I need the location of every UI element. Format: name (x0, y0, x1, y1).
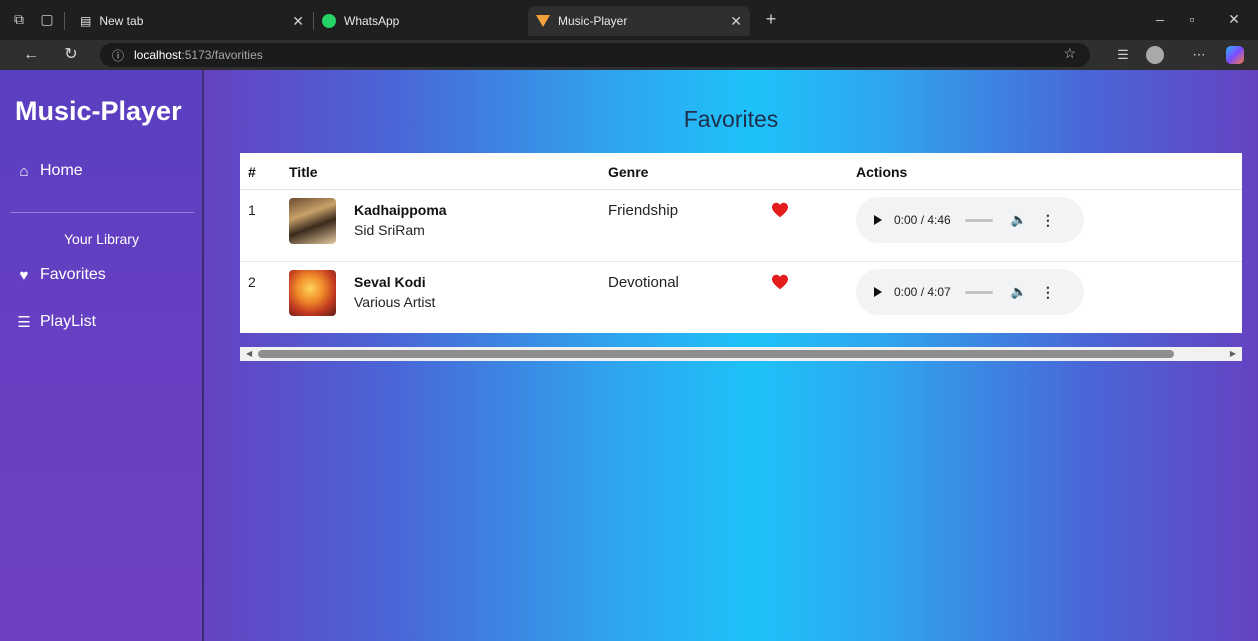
profile-avatar[interactable] (1146, 46, 1164, 64)
sidebar-item-label: PlayList (40, 313, 97, 330)
workspaces-icon[interactable]: ⧉ (8, 8, 30, 30)
tab-separator (64, 12, 65, 30)
more-options-icon[interactable]: ⋮ (1041, 212, 1055, 229)
progress-slider[interactable] (964, 290, 993, 294)
playback-time: 0:00 / 4:46 (894, 213, 951, 227)
minimize-icon[interactable]: – (1148, 8, 1172, 30)
album-cover (289, 198, 336, 244)
sidebar-divider (10, 212, 194, 213)
favorites-bar-icon[interactable]: ☰ (1112, 44, 1134, 66)
favorites-table: # Title Genre Actions 1 Kadhaippoma Sid … (240, 153, 1242, 333)
table-row: 2 Seval Kodi Various Artist Devotional 0… (240, 262, 1242, 334)
close-icon[interactable]: ✕ (292, 13, 304, 30)
song-artist: Sid SriRam (354, 222, 425, 238)
column-header-title: Title (289, 164, 318, 180)
playback-time: 0:00 / 4:07 (894, 285, 951, 299)
url-path: :5173/favorities (181, 48, 263, 62)
main-content: Favorites # Title Genre Actions 1 Kadhai… (204, 70, 1258, 641)
tab-new-tab[interactable]: ▤ New tab ✕ (72, 6, 312, 36)
volume-icon[interactable]: 🔈 (1011, 284, 1027, 300)
home-icon: ⌂ (19, 162, 29, 180)
more-options-icon[interactable]: ⋮ (1041, 284, 1055, 301)
song-genre: Friendship (608, 202, 679, 219)
sidebar-item-home[interactable]: ⌂ Home (14, 162, 83, 180)
song-genre: Devotional (608, 274, 679, 291)
volume-icon[interactable]: 🔈 (1011, 212, 1027, 228)
close-icon[interactable]: ✕ (730, 13, 742, 30)
sidebar: Music-Player ⌂ Home Your Library ♥ Favor… (0, 70, 204, 641)
sidebar-item-favorites[interactable]: ♥ Favorites (14, 266, 106, 284)
sidebar-item-playlist[interactable]: ☰ PlayList (14, 313, 96, 331)
heart-icon[interactable] (771, 274, 789, 290)
more-options-icon[interactable]: ⋯ (1188, 44, 1210, 66)
info-icon: ⓘ (112, 48, 125, 63)
brand-title: Music-Player (15, 96, 182, 126)
tab-music-player[interactable]: Music-Player ✕ (528, 6, 750, 36)
progress-slider[interactable] (964, 218, 993, 222)
horizontal-scrollbar[interactable]: ◀ ▶ (240, 347, 1242, 361)
url-host: localhost (134, 48, 182, 62)
close-window-icon[interactable]: ✕ (1222, 8, 1246, 30)
play-icon[interactable] (874, 287, 882, 297)
list-icon: ☰ (17, 314, 31, 331)
song-title: Kadhaippoma (354, 202, 447, 218)
back-icon[interactable]: ← (20, 44, 42, 66)
browser-address-bar: ← ↻ ⓘ localhost :5173/favorities ☆ ☰ ⋯ (0, 40, 1258, 70)
restore-icon[interactable]: ▫ (1180, 8, 1204, 30)
sidebar-item-label: Home (40, 162, 83, 179)
favorite-star-icon[interactable]: ☆ (1063, 45, 1076, 62)
library-heading: Your Library (64, 231, 139, 247)
music-player-favicon-icon (536, 15, 550, 27)
scroll-left-icon[interactable]: ◀ (246, 349, 252, 358)
tab-label: WhatsApp (344, 14, 400, 28)
table-row: 1 Kadhaippoma Sid SriRam Friendship 0:00… (240, 190, 1242, 262)
table-header: # Title Genre Actions (240, 153, 1242, 190)
new-tab-icon: ▤ (80, 14, 92, 28)
heart-icon: ♥ (19, 266, 29, 284)
scrollbar-thumb[interactable] (258, 350, 1174, 358)
url-field[interactable]: ⓘ localhost :5173/favorities ☆ (100, 43, 1090, 67)
heart-icon[interactable] (771, 202, 789, 218)
copilot-icon[interactable] (1226, 46, 1244, 64)
new-tab-button[interactable]: + (760, 8, 782, 30)
tab-label: New tab (99, 14, 144, 28)
audio-player[interactable]: 0:00 / 4:07 🔈 ⋮ (856, 269, 1084, 315)
column-header-actions: Actions (856, 164, 908, 180)
page-title: Favorites (683, 106, 779, 132)
row-number: 1 (248, 202, 256, 218)
tab-actions-icon[interactable]: ▢ (36, 8, 58, 30)
browser-tab-bar: ⧉ ▢ ▤ New tab ✕ WhatsApp Music-Player ✕ … (0, 0, 1258, 40)
tab-whatsapp[interactable]: WhatsApp (314, 6, 532, 36)
sidebar-item-label: Favorites (40, 266, 106, 283)
row-number: 2 (248, 274, 256, 290)
scroll-right-icon[interactable]: ▶ (1230, 349, 1236, 358)
column-header-genre: Genre (608, 164, 649, 180)
refresh-icon[interactable]: ↻ (60, 44, 82, 66)
audio-player[interactable]: 0:00 / 4:46 🔈 ⋮ (856, 197, 1084, 243)
album-cover (289, 270, 336, 316)
song-artist: Various Artist (354, 294, 436, 310)
music-player-app: Music-Player ⌂ Home Your Library ♥ Favor… (0, 70, 1258, 641)
tab-label: Music-Player (558, 14, 628, 28)
song-title: Seval Kodi (354, 274, 426, 290)
whatsapp-icon (322, 14, 336, 28)
column-header-number: # (248, 164, 256, 180)
play-icon[interactable] (874, 215, 882, 225)
